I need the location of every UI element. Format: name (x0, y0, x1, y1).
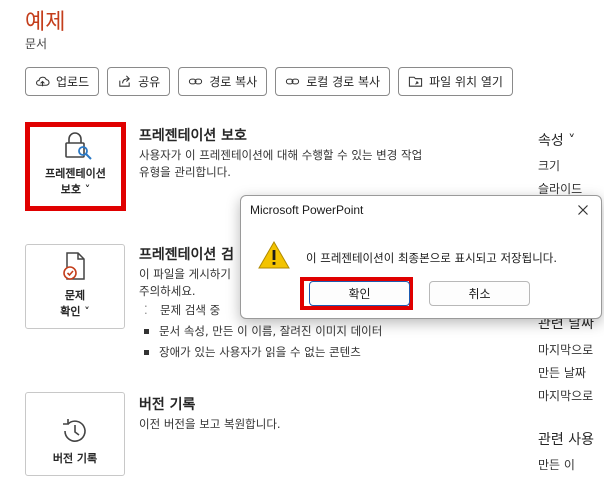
protect-card-label: 프레젠테이션 보호 ˅ (45, 166, 106, 198)
check-issues-button[interactable]: 문제 확인 ˅ (25, 244, 125, 329)
bullet-text: 문서 속성, 만든 이 이름, 잘려진 이미지 데이터 (159, 324, 383, 338)
cancel-button[interactable]: 취소 (429, 281, 530, 306)
history-clock-icon (63, 419, 86, 442)
inspect-desc-line1: 이 파일을 게시하기 (139, 267, 231, 281)
upload-button[interactable]: 업로드 (25, 67, 100, 96)
history-description: 이전 버전을 보고 복원합니다. (139, 417, 281, 431)
page-title: 예제 (25, 10, 66, 35)
related-people-header: 관련 사용 (538, 432, 594, 448)
version-history-button[interactable]: 버전 기록 (25, 392, 125, 476)
bullet-text: 문제 검색 중 (160, 303, 221, 317)
copy-path-label: 경로 복사 (209, 75, 258, 89)
protect-presentation-button[interactable]: 프레젠테이션 보호 ˅ (25, 122, 126, 211)
protect-desc-line2: 유형을 관리합니다. (139, 165, 231, 179)
check-issues-card-label: 문제 확인 ˅ (60, 288, 90, 320)
protect-card-label-line1: 프레젠테이션 (45, 167, 106, 180)
history-title: 버전 기록 (139, 397, 196, 413)
protect-card-label-line2: 보호 ˅ (60, 183, 91, 196)
link-icon (286, 78, 300, 85)
inspect-desc-line2: 주의하세요. (139, 284, 196, 298)
check-issues-label-line2: 확인 ˅ (60, 305, 90, 318)
share-icon (119, 75, 131, 87)
open-file-location-label: 파일 위치 열기 (429, 75, 503, 89)
copy-local-path-button[interactable]: 로컬 경로 복사 (275, 67, 391, 96)
list-item: 문서 속성, 만든 이 이름, 잘려진 이미지 데이터 (144, 323, 382, 339)
property-last-modified: 마지막으로 (538, 343, 594, 357)
document-check-icon (63, 252, 85, 280)
bullet-icon (144, 329, 149, 334)
toolbar: 업로드 공유 경로 복사 로컬 경로 복사 파일 위치 열기 (25, 67, 513, 96)
check-issues-label-line1: 문제 (64, 289, 86, 302)
protect-desc-line1: 사용자가 이 프레젠테이션에 대해 수행할 수 있는 변경 작업 (139, 148, 423, 162)
version-history-card-label: 버전 기록 (52, 452, 98, 465)
share-label: 공유 (138, 75, 161, 89)
open-file-location-button[interactable]: 파일 위치 열기 (398, 67, 513, 96)
property-size: 크기 (538, 159, 561, 173)
dialog-message: 이 프레젠테이션이 최종본으로 표시되고 저장됩니다. (306, 251, 558, 265)
protect-title: 프레젠테이션 보호 (139, 128, 247, 144)
lock-key-icon (64, 132, 92, 160)
spinner-icon: ⁚ (144, 303, 148, 317)
property-created: 만든 날짜 (538, 366, 586, 380)
list-item: 장애가 있는 사용자가 읽을 수 없는 콘텐츠 (144, 344, 361, 360)
folder-icon (408, 76, 423, 87)
bullet-text: 장애가 있는 사용자가 읽을 수 없는 콘텐츠 (159, 345, 361, 359)
cloud-upload-icon (36, 76, 50, 87)
ok-button[interactable]: 확인 (309, 281, 410, 306)
bullet-icon (144, 350, 149, 355)
upload-label: 업로드 (56, 75, 90, 89)
copy-path-button[interactable]: 경로 복사 (178, 67, 268, 96)
warning-icon (258, 240, 290, 269)
powerpoint-dialog: Microsoft PowerPoint 이 프레젠테이션이 최종본으로 표시되… (240, 195, 602, 319)
copy-local-path-label: 로컬 경로 복사 (306, 75, 381, 89)
property-author: 만든 이 (538, 458, 575, 472)
property-last-printed: 마지막으로 (538, 389, 594, 403)
page-subtitle: 문서 (25, 37, 48, 51)
properties-header[interactable]: 속성 ˅ (538, 130, 575, 150)
close-icon[interactable] (575, 202, 591, 218)
link-icon (189, 78, 203, 85)
protect-description: 사용자가 이 프레젠테이션에 대해 수행할 수 있는 변경 작업 유형을 관리합… (139, 147, 422, 181)
share-button[interactable]: 공유 (107, 67, 171, 96)
inspect-description: 이 파일을 게시하기 주의하세요. (139, 266, 231, 300)
list-item: ⁚ 문제 검색 중 (144, 302, 220, 318)
dialog-title: Microsoft PowerPoint (250, 203, 364, 217)
inspect-title: 프레젠테이션 검 (139, 247, 235, 263)
